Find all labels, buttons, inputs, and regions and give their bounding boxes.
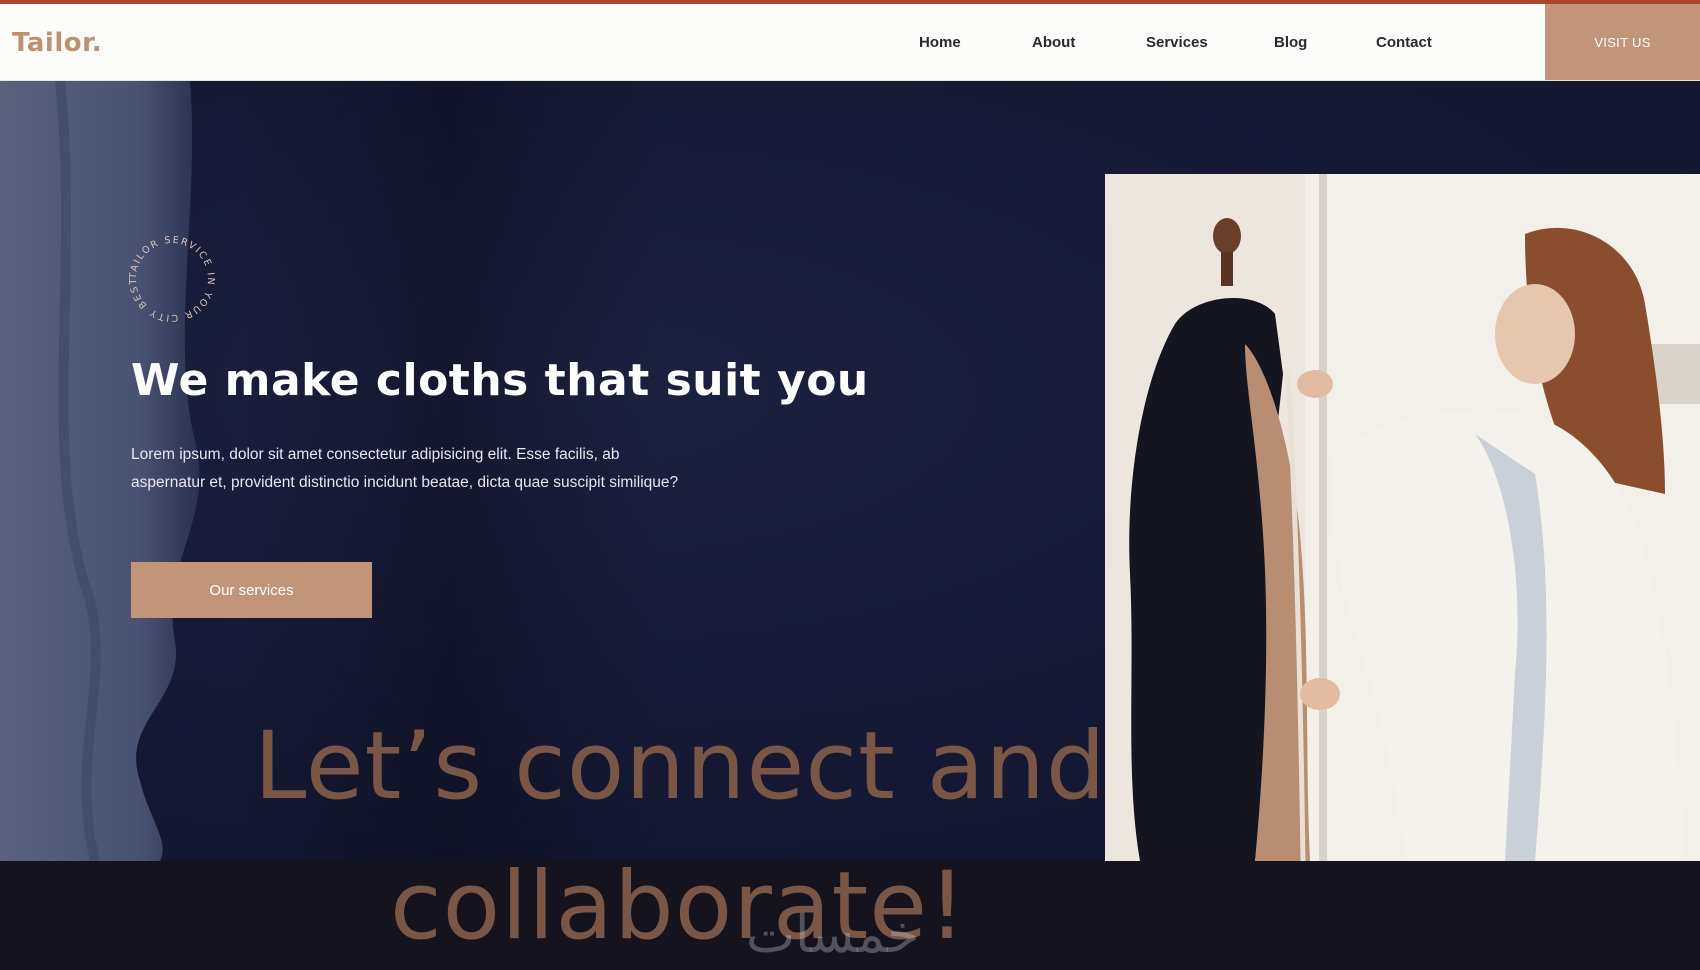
nav-home[interactable]: Home (919, 34, 961, 51)
watermark-text: خمسات (746, 905, 920, 965)
overlay-headline-line-1: Let’s connect and (254, 712, 1107, 821)
nav-blog[interactable]: Blog (1274, 34, 1307, 51)
hero-description: Lorem ipsum, dolor sit amet consectetur … (131, 446, 679, 491)
site-logo[interactable]: Tailor. (12, 28, 102, 58)
nav-services[interactable]: Services (1146, 34, 1208, 51)
our-services-button[interactable]: Our services (131, 562, 372, 618)
circular-text-badge-icon: TAILOR SERVICE IN YOUR CITY BEST (128, 235, 216, 323)
visit-us-button[interactable]: VISIT US (1545, 4, 1700, 80)
badge-text: TAILOR SERVICE IN YOUR CITY BEST (128, 235, 215, 323)
logo-text: Tailor (12, 28, 92, 58)
tailor-photo (1105, 174, 1700, 861)
svg-text:TAILOR SERVICE IN YOUR CITY BE: TAILOR SERVICE IN YOUR CITY BEST (128, 235, 216, 323)
nav-contact[interactable]: Contact (1376, 34, 1432, 51)
hero-title: We make cloths that suit you (131, 355, 869, 406)
nav-about[interactable]: About (1032, 34, 1075, 51)
logo-dot: . (91, 28, 103, 58)
site-header: Tailor. Home About Services Blog Contact… (0, 4, 1700, 81)
